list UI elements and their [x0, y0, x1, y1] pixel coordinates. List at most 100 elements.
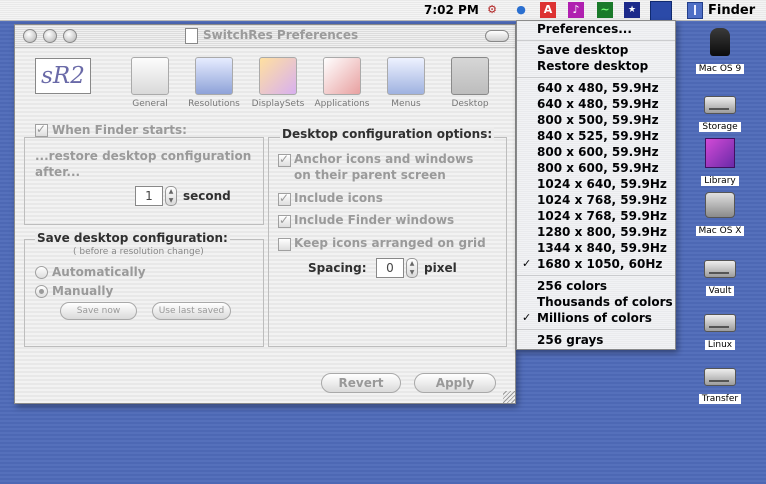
- include-icons-label: Include icons: [294, 191, 383, 205]
- restore-desc-line1: ...restore desktop configuration: [35, 149, 252, 163]
- title-bar[interactable]: SwitchRes Preferences: [15, 25, 515, 48]
- preferences-window: SwitchRes Preferences sR2 General Resolu…: [14, 24, 516, 404]
- menu-res-800x600-a[interactable]: 800 x 600, 59.9Hz: [537, 145, 659, 159]
- collapse-button[interactable]: [485, 30, 509, 42]
- spacing-stepper[interactable]: ▲ ▼: [406, 258, 418, 278]
- ati-icon[interactable]: A: [540, 2, 556, 18]
- desktop-options-heading: Desktop configuration options:: [280, 127, 495, 141]
- menu-256-colors[interactable]: 256 colors: [537, 279, 607, 293]
- restore-desc-line2: after...: [35, 165, 81, 179]
- macos9-disk-icon: [710, 28, 730, 56]
- resize-grip[interactable]: [503, 391, 515, 403]
- checkmark-icon: ✓: [522, 311, 532, 324]
- spacing-field[interactable]: 0: [376, 258, 404, 278]
- library-label: Library: [701, 176, 739, 186]
- macosx-disk-icon: [705, 192, 735, 218]
- seconds-stepper[interactable]: ▲ ▼: [165, 186, 177, 206]
- macos9-label: Mac OS 9: [695, 64, 745, 74]
- menu-res-840x525[interactable]: 840 x 525, 59.9Hz: [537, 129, 659, 143]
- script-icon[interactable]: ♪: [568, 2, 584, 18]
- menu-res-1680x1050[interactable]: 1680 x 1050, 60Hz: [537, 257, 662, 271]
- anchor-line1: Anchor icons and windows: [294, 152, 474, 166]
- storage-label: Storage: [699, 122, 741, 132]
- menu-thousands-colors[interactable]: Thousands of colors: [537, 295, 673, 309]
- include-finder-windows-label: Include Finder windows: [294, 213, 455, 227]
- use-last-saved-button[interactable]: Use last saved: [152, 302, 231, 320]
- menu-res-640x480-a[interactable]: 640 x 480, 59.9Hz: [537, 81, 659, 95]
- menu-res-640x480-b[interactable]: 640 x 480, 59.9Hz: [537, 97, 659, 111]
- close-button[interactable]: [23, 29, 37, 43]
- general-icon: [131, 57, 169, 95]
- menu-res-1024x768-a[interactable]: 1024 x 768, 59.9Hz: [537, 193, 667, 207]
- menu-save-desktop[interactable]: Save desktop: [537, 43, 628, 57]
- switchres-menu: Preferences... Save desktop Restore desk…: [516, 20, 676, 350]
- tab-displaysets-label: DisplaySets: [251, 99, 305, 109]
- tab-resolutions-label: Resolutions: [188, 99, 240, 109]
- finder-starts-checkbox[interactable]: [35, 122, 48, 137]
- transfer-disk-icon: [704, 368, 736, 386]
- save-config-subheading: ( before a resolution change): [73, 247, 204, 257]
- linux-label: Linux: [704, 340, 736, 350]
- include-finder-windows-checkbox[interactable]: [278, 213, 291, 228]
- menu-separator: [517, 40, 675, 41]
- tab-general-label: General: [132, 99, 168, 109]
- desktop-icon-macosx[interactable]: Mac OS X: [690, 192, 750, 237]
- switchres-monitor-icon[interactable]: [650, 1, 672, 21]
- apply-button[interactable]: Apply: [414, 373, 496, 393]
- automatically-radio[interactable]: [35, 266, 48, 279]
- menu-res-800x600-b[interactable]: 800 x 600, 59.9Hz: [537, 161, 659, 175]
- tab-desktop[interactable]: Desktop: [437, 57, 503, 109]
- menu-restore-desktop[interactable]: Restore desktop: [537, 59, 648, 73]
- menu-preferences[interactable]: Preferences...: [537, 22, 632, 36]
- menus-icon: [387, 57, 425, 95]
- automatically-label: Automatically: [52, 265, 146, 279]
- menu-separator: [517, 275, 675, 276]
- menu-separator: [517, 329, 675, 330]
- finder-starts-label: When Finder starts:: [52, 123, 187, 137]
- tab-general[interactable]: General: [117, 57, 183, 109]
- anchor-line2: on their parent screen: [294, 168, 446, 182]
- menu-res-1280x800[interactable]: 1280 x 800, 59.9Hz: [537, 225, 667, 239]
- menu-res-1024x768-b[interactable]: 1024 x 768, 59.9Hz: [537, 209, 667, 223]
- keyboard-flag-icon[interactable]: ★: [624, 2, 640, 18]
- include-icons-checkbox[interactable]: [278, 191, 291, 206]
- menu-256-grays[interactable]: 256 grays: [537, 333, 603, 347]
- vault-label: Vault: [705, 286, 735, 296]
- desktop-icon-library[interactable]: Library: [690, 138, 750, 187]
- save-config-heading: Save desktop configuration:: [35, 231, 230, 245]
- seconds-field[interactable]: 1: [135, 186, 163, 206]
- menu-millions-colors[interactable]: Millions of colors: [537, 311, 652, 325]
- transfer-label: Transfer: [698, 394, 742, 404]
- finder-menu-label: Finder: [708, 3, 756, 18]
- finder-app-menu[interactable]: Finder: [684, 0, 766, 20]
- minimize-button[interactable]: [43, 29, 57, 43]
- switchres-logo: sR2: [35, 58, 91, 94]
- desktop-icon-storage[interactable]: Storage: [690, 96, 750, 133]
- save-now-button[interactable]: Save now: [60, 302, 137, 320]
- seconds-unit: second: [183, 189, 231, 203]
- desktop-icon-linux[interactable]: Linux: [690, 314, 750, 351]
- manually-radio[interactable]: [35, 285, 48, 298]
- tab-applications[interactable]: Applications: [309, 57, 375, 109]
- menubar-clock[interactable]: 7:02 PM: [424, 3, 479, 17]
- tab-displaysets[interactable]: DisplaySets: [245, 57, 311, 109]
- applications-icon: [323, 57, 361, 95]
- desktop-icon-macos9[interactable]: Mac OS 9: [690, 28, 750, 75]
- displaysets-icon: [259, 57, 297, 95]
- zoom-button[interactable]: [63, 29, 77, 43]
- tab-applications-label: Applications: [314, 99, 370, 109]
- network-icon[interactable]: ~: [597, 2, 613, 18]
- usb-icon[interactable]: ⚙: [484, 2, 500, 18]
- menu-res-1024x640[interactable]: 1024 x 640, 59.9Hz: [537, 177, 667, 191]
- anchor-icons-checkbox[interactable]: [278, 152, 291, 167]
- tab-resolutions[interactable]: Resolutions: [181, 57, 247, 109]
- desktop-icon-vault[interactable]: Vault: [690, 260, 750, 297]
- revert-button[interactable]: Revert: [321, 373, 401, 393]
- menu-res-1344x840[interactable]: 1344 x 840, 59.9Hz: [537, 241, 667, 255]
- keep-grid-checkbox[interactable]: [278, 238, 291, 251]
- globe-icon[interactable]: ●: [513, 2, 529, 18]
- desktop-icon-transfer[interactable]: Transfer: [690, 368, 750, 405]
- tab-menus[interactable]: Menus: [373, 57, 439, 109]
- linux-disk-icon: [704, 314, 736, 332]
- menu-res-800x500[interactable]: 800 x 500, 59.9Hz: [537, 113, 659, 127]
